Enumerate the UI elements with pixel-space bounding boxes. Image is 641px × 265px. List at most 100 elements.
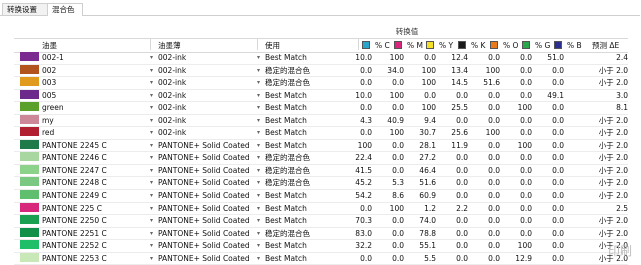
table-row[interactable]: red ▾ 002-ink ▾ Best Match 0.0 100 30.7 25.6 100 0… [14, 127, 628, 140]
substrate-select[interactable]: 002-ink [158, 90, 254, 101]
substrate-select[interactable]: PANTONE+ Solid Coated [158, 152, 254, 163]
column-header-substrate[interactable]: 油墨薄 [158, 39, 181, 52]
chevron-down-icon[interactable]: ▾ [257, 115, 260, 126]
table-row[interactable]: PANTONE 2251 C ▾ PANTONE+ Solid Coated ▾ 稳定的… [14, 227, 628, 241]
substrate-select[interactable]: PANTONE+ Solid Coated [158, 165, 254, 176]
chevron-down-icon[interactable]: ▾ [257, 165, 260, 176]
column-header-b[interactable]: % B [567, 39, 582, 52]
chevron-down-icon[interactable]: ▾ [257, 102, 260, 113]
chevron-down-icon[interactable]: ▾ [150, 90, 153, 101]
table-row[interactable]: green ▾ 002-ink ▾ Best Match 0.0 0.0 100 25.5 0.0… [14, 102, 628, 115]
chevron-down-icon[interactable]: ▾ [257, 240, 260, 251]
chevron-down-icon[interactable]: ▾ [150, 190, 153, 201]
usage-select[interactable]: Best Match [265, 215, 307, 226]
usage-select[interactable]: Best Match [265, 102, 307, 113]
substrate-select[interactable]: PANTONE+ Solid Coated [158, 240, 254, 251]
table-row[interactable]: 002-1 ▾ 002-ink ▾ Best Match 10.0 100 0.0 12.4 0.… [14, 52, 628, 65]
chevron-down-icon[interactable]: ▾ [150, 140, 153, 151]
chevron-down-icon[interactable]: ▾ [257, 190, 260, 201]
chevron-down-icon[interactable]: ▾ [150, 152, 153, 163]
substrate-select[interactable]: 002-ink [158, 127, 254, 138]
column-header-c[interactable]: % C [375, 39, 390, 52]
table-row[interactable]: PANTONE 2247 C ▾ PANTONE+ Solid Coated ▾ 稳定的… [14, 164, 628, 178]
chevron-down-icon[interactable]: ▾ [257, 127, 260, 138]
column-divider[interactable] [257, 38, 258, 50]
substrate-select[interactable]: PANTONE+ Solid Coated [158, 140, 254, 151]
substrate-select[interactable]: 002-ink [158, 52, 254, 63]
substrate-select[interactable]: 002-ink [158, 102, 254, 113]
chevron-down-icon[interactable]: ▾ [150, 77, 153, 88]
chevron-down-icon[interactable]: ▾ [257, 203, 260, 214]
table-row[interactable]: PANTONE 2250 C ▾ PANTONE+ Solid Coated ▾ Bes… [14, 215, 628, 228]
chevron-down-icon[interactable]: ▾ [150, 165, 153, 176]
column-header-ink[interactable]: 油墨 [42, 39, 57, 52]
chevron-down-icon[interactable]: ▾ [257, 90, 260, 101]
substrate-select[interactable]: PANTONE+ Solid Coated [158, 190, 254, 201]
table-row[interactable]: 005 ▾ 002-ink ▾ Best Match 10.0 100 0.0 0.0 0.0 0.… [14, 89, 628, 103]
table-row[interactable]: PANTONE 2245 C ▾ PANTONE+ Solid Coated ▾ Bes… [14, 139, 628, 153]
column-header-m[interactable]: % M [407, 39, 423, 52]
chevron-down-icon[interactable]: ▾ [150, 127, 153, 138]
chevron-down-icon[interactable]: ▾ [257, 253, 260, 264]
column-header-predicted-de[interactable]: 预测 ΔE [592, 39, 619, 52]
substrate-select[interactable]: PANTONE+ Solid Coated [158, 215, 254, 226]
usage-select[interactable]: Best Match [265, 115, 307, 126]
chevron-down-icon[interactable]: ▾ [150, 177, 153, 188]
usage-select[interactable]: Best Match [265, 52, 307, 63]
usage-select[interactable]: 稳定的混合色 [265, 65, 310, 76]
chevron-down-icon[interactable]: ▾ [150, 240, 153, 251]
column-header-k[interactable]: % K [471, 39, 485, 52]
substrate-select[interactable]: PANTONE+ Solid Coated [158, 228, 254, 239]
column-header-usage[interactable]: 使用 [265, 39, 280, 52]
column-divider[interactable] [358, 38, 359, 50]
substrate-select[interactable]: 002-ink [158, 115, 254, 126]
column-divider[interactable] [150, 38, 151, 50]
chevron-down-icon[interactable]: ▾ [150, 215, 153, 226]
column-header-o[interactable]: % O [503, 39, 518, 52]
table-row[interactable]: my ▾ 002-ink ▾ Best Match 4.3 40.9 9.4 0.0 0.0 0.0… [14, 114, 628, 128]
usage-select[interactable]: 稳定的混合色 [265, 177, 310, 188]
table-row[interactable]: 003 ▾ 002-ink ▾ 稳定的混合色 0.0 0.0 100 14.5 51.6 0.0 0.… [14, 77, 628, 90]
chevron-down-icon[interactable]: ▾ [150, 65, 153, 76]
usage-select[interactable]: Best Match [265, 203, 307, 214]
column-header-y[interactable]: % Y [439, 39, 453, 52]
chevron-down-icon[interactable]: ▾ [257, 152, 260, 163]
chevron-down-icon[interactable]: ▾ [257, 228, 260, 239]
table-row[interactable]: PANTONE 2246 C ▾ PANTONE+ Solid Coated ▾ 稳定的… [14, 152, 628, 165]
substrate-select[interactable]: PANTONE+ Solid Coated [158, 253, 254, 264]
table-row[interactable]: PANTONE 2248 C ▾ PANTONE+ Solid Coated ▾ 稳定的… [14, 177, 628, 191]
column-header-g[interactable]: % G [535, 39, 550, 52]
chevron-down-icon[interactable]: ▾ [257, 177, 260, 188]
substrate-select[interactable]: PANTONE+ Solid Coated [158, 177, 254, 188]
chevron-down-icon[interactable]: ▾ [150, 115, 153, 126]
chevron-down-icon[interactable]: ▾ [150, 52, 153, 63]
usage-select[interactable]: 稳定的混合色 [265, 228, 310, 239]
chevron-down-icon[interactable]: ▾ [257, 65, 260, 76]
usage-select[interactable]: Best Match [265, 190, 307, 201]
table-row[interactable]: PANTONE 225 C ▾ PANTONE+ Solid Coated ▾ Best… [14, 202, 628, 216]
substrate-select[interactable]: 002-ink [158, 65, 254, 76]
chevron-down-icon[interactable]: ▾ [150, 203, 153, 214]
usage-select[interactable]: Best Match [265, 90, 307, 101]
substrate-select[interactable]: 002-ink [158, 77, 254, 88]
table-row[interactable]: 002 ▾ 002-ink ▾ 稳定的混合色 0.0 34.0 100 13.4 100 0.0 0.… [14, 64, 628, 78]
chevron-down-icon[interactable]: ▾ [150, 228, 153, 239]
usage-select[interactable]: 稳定的混合色 [265, 77, 310, 88]
usage-select[interactable]: Best Match [265, 140, 307, 151]
usage-select[interactable]: Best Match [265, 127, 307, 138]
chevron-down-icon[interactable]: ▾ [150, 253, 153, 264]
substrate-select[interactable]: PANTONE+ Solid Coated [158, 203, 254, 214]
table-row[interactable]: PANTONE 2249 C ▾ PANTONE+ Solid Coated ▾ Bes… [14, 190, 628, 203]
chevron-down-icon[interactable]: ▾ [257, 52, 260, 63]
chevron-down-icon[interactable]: ▾ [257, 140, 260, 151]
table-row[interactable]: PANTONE 2252 C ▾ PANTONE+ Solid Coated ▾ Bes… [14, 240, 628, 253]
usage-select[interactable]: 稳定的混合色 [265, 165, 310, 176]
table-row[interactable]: PANTONE 2253 C ▾ PANTONE+ Solid Coated ▾ Bes… [14, 252, 628, 265]
usage-select[interactable]: Best Match [265, 253, 307, 264]
chevron-down-icon[interactable]: ▾ [150, 102, 153, 113]
usage-select[interactable]: Best Match [265, 240, 307, 251]
tab-mixed-colors[interactable]: 混合色 [47, 3, 83, 16]
chevron-down-icon[interactable]: ▾ [257, 215, 260, 226]
usage-select[interactable]: 稳定的混合色 [265, 152, 310, 163]
chevron-down-icon[interactable]: ▾ [257, 77, 260, 88]
